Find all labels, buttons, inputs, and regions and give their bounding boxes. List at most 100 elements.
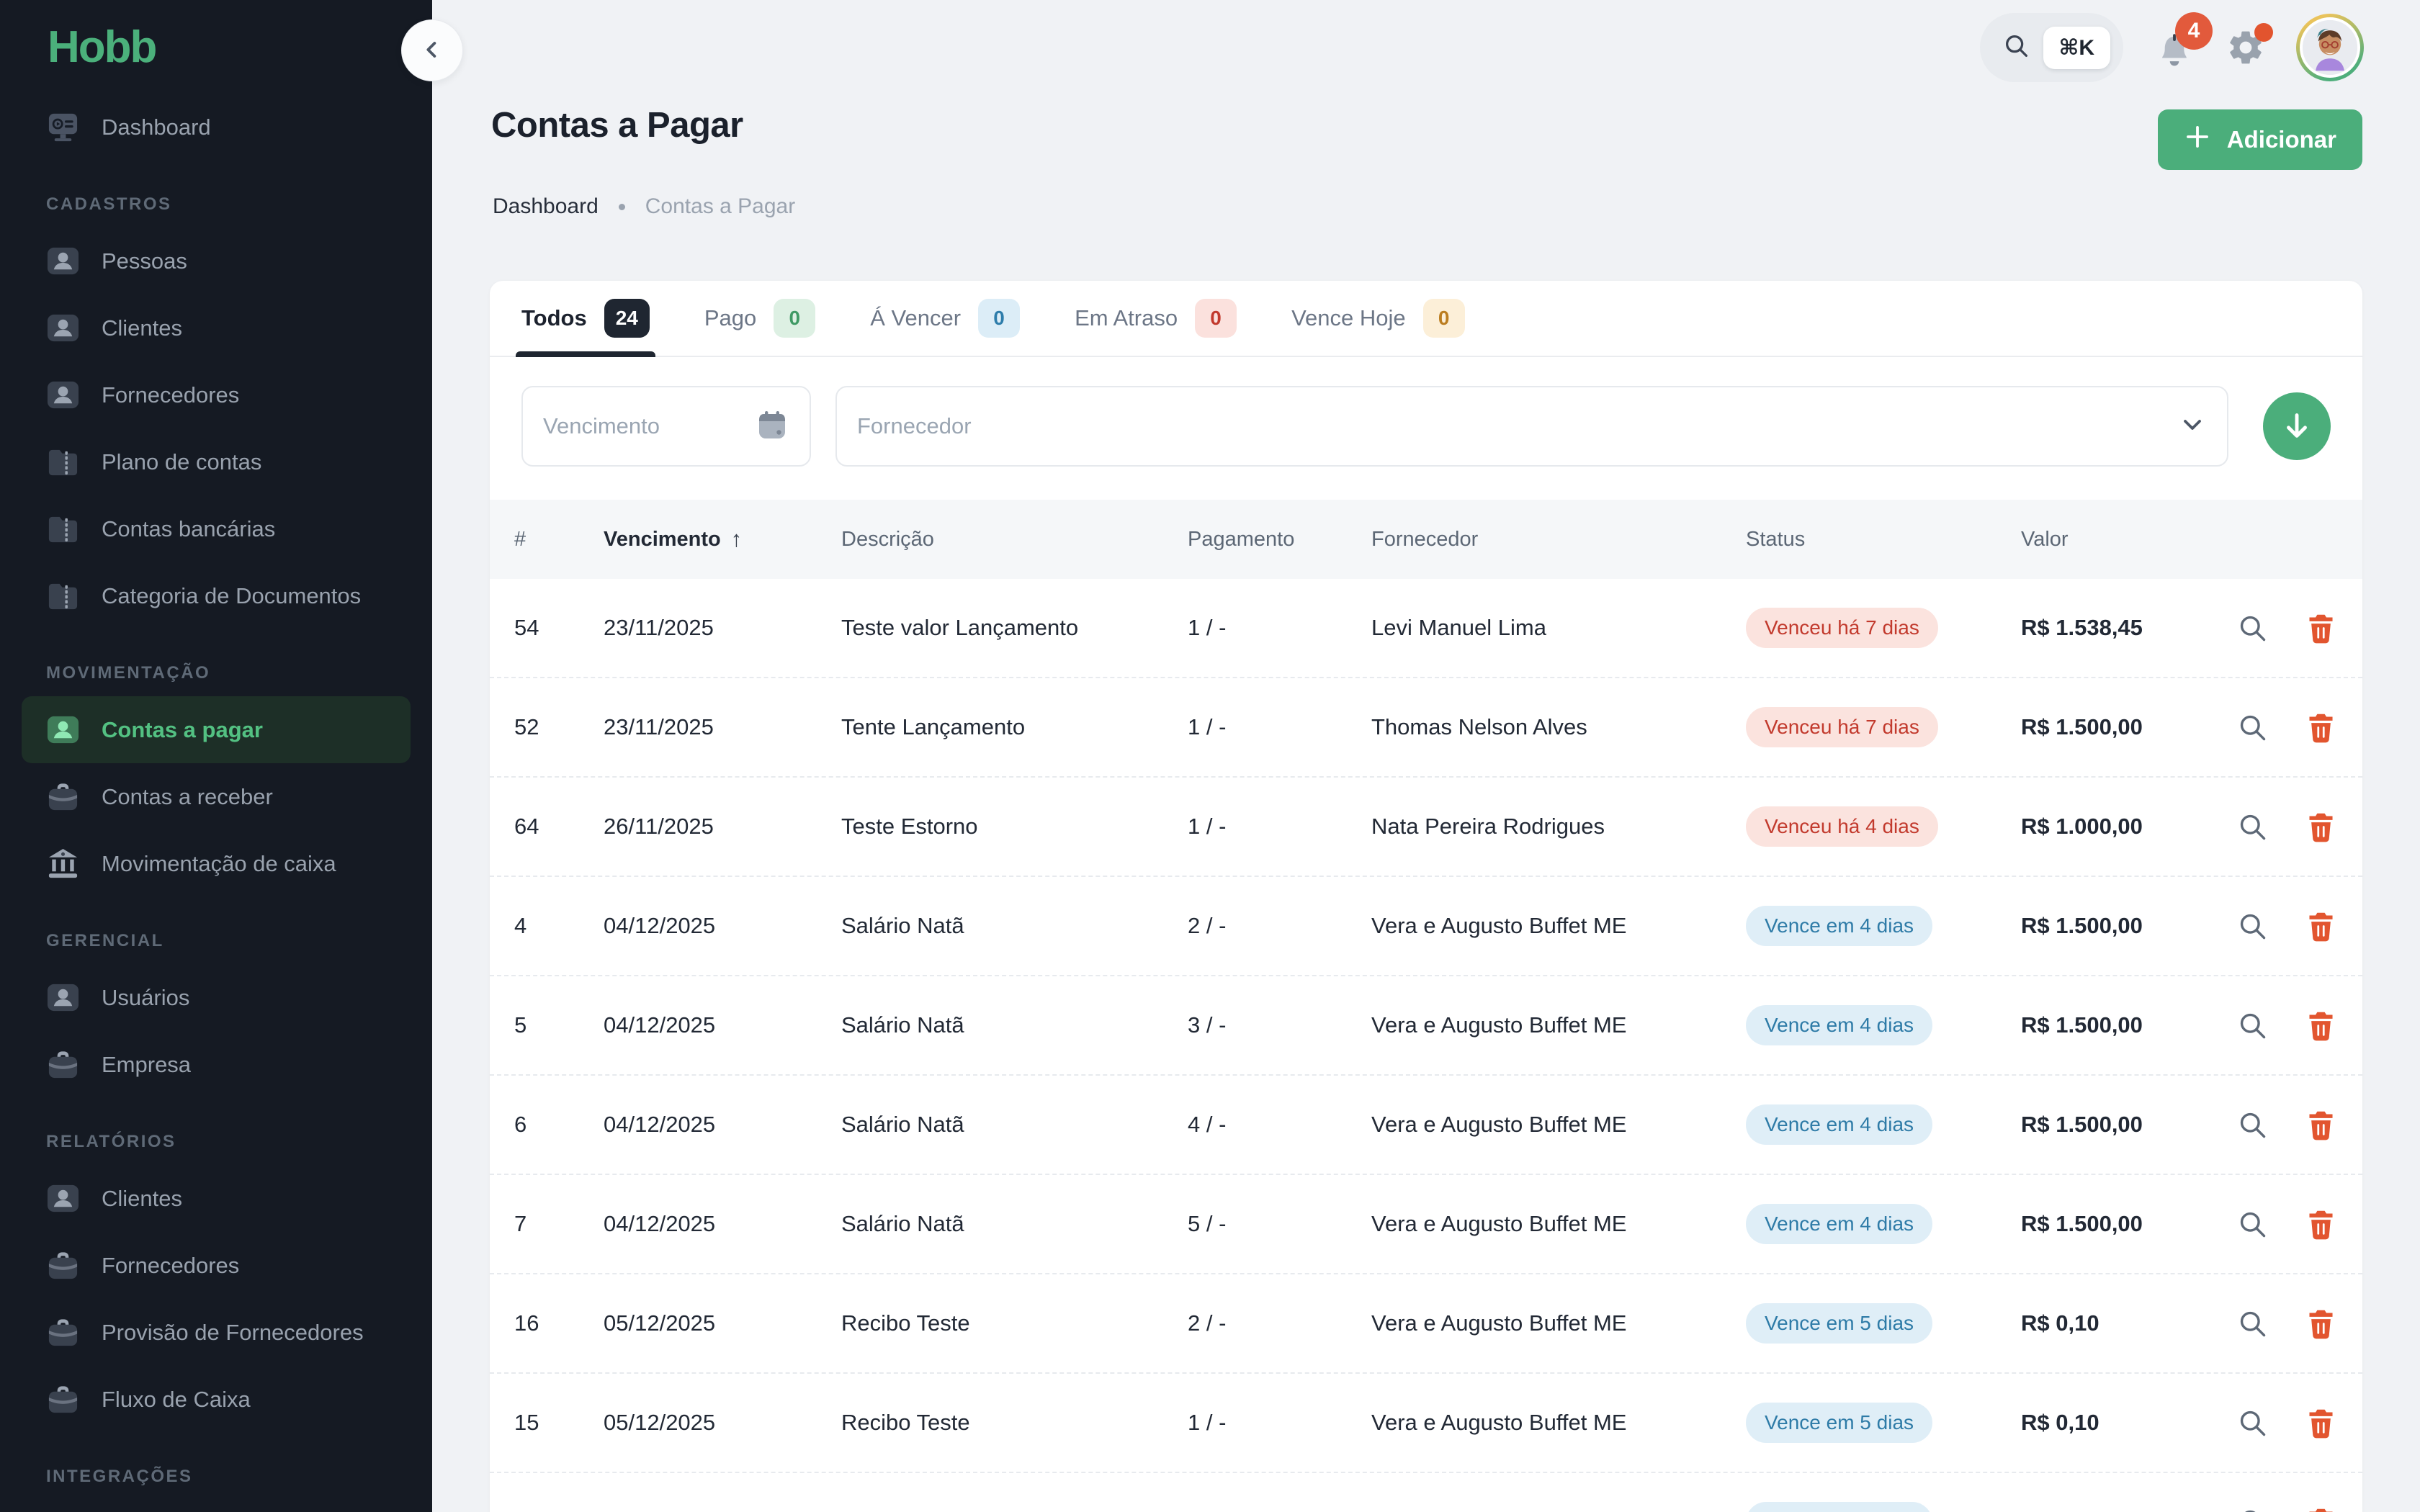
delete-row-button[interactable] bbox=[2304, 611, 2338, 645]
briefcase-icon bbox=[46, 1315, 80, 1349]
cell-supplier: Levi Manuel Lima bbox=[1371, 615, 1746, 641]
delete-row-button[interactable] bbox=[2304, 1406, 2338, 1440]
view-row-button[interactable] bbox=[2236, 1307, 2269, 1341]
column-header-pagamento: Pagamento bbox=[1188, 528, 1371, 552]
cell-actions bbox=[2210, 909, 2338, 943]
tab-em-atraso[interactable]: Em Atraso 0 bbox=[1075, 281, 1237, 356]
table-header: # Vencimento ↑ Descrição Pagamento Forne… bbox=[490, 500, 2362, 579]
search-icon bbox=[2236, 611, 2269, 645]
sidebar-item-usuarios[interactable]: Usuários bbox=[0, 964, 432, 1031]
sidebar-item-contas-bancarias[interactable]: Contas bancárias bbox=[0, 495, 432, 562]
sidebar-item-movimentacao-de-caixa[interactable]: Movimentação de caixa bbox=[0, 830, 432, 897]
trash-icon bbox=[2304, 611, 2338, 645]
sidebar-section-gerencial[interactable]: GERENCIAL bbox=[0, 897, 432, 964]
avatar-image bbox=[2300, 17, 2360, 78]
delete-row-button[interactable] bbox=[2304, 810, 2338, 844]
sidebar-collapse-button[interactable] bbox=[401, 19, 463, 81]
column-header-vencimento[interactable]: Vencimento ↑ bbox=[604, 526, 841, 552]
app-logo: Hobb bbox=[0, 0, 432, 94]
trash-icon bbox=[2304, 810, 2338, 844]
trash-icon bbox=[2304, 1307, 2338, 1341]
sidebar-item-plano-de-contas[interactable]: Plano de contas bbox=[0, 428, 432, 495]
sidebar-section-cadastros[interactable]: CADASTROS bbox=[0, 161, 432, 228]
tab-pago[interactable]: Pago 0 bbox=[704, 281, 815, 356]
page-title: Contas a Pagar bbox=[491, 105, 743, 145]
sidebar-item-dashboard[interactable]: Dashboard bbox=[0, 94, 432, 161]
delete-row-button[interactable] bbox=[2304, 1307, 2338, 1341]
sidebar-item-contas-a-receber[interactable]: Contas a receber bbox=[0, 763, 432, 830]
breadcrumb-separator bbox=[619, 204, 625, 210]
notifications-button[interactable]: 4 bbox=[2154, 27, 2195, 68]
status-badge: Vence em 4 dias bbox=[1746, 906, 1932, 946]
view-row-button[interactable] bbox=[2236, 909, 2269, 943]
table-row: 64 26/11/2025 Teste Estorno 1 / - Nata P… bbox=[490, 778, 2362, 877]
sidebar-section-movimentacao[interactable]: MOVIMENTAÇÃO bbox=[0, 629, 432, 696]
cell-payment: 1 / - bbox=[1188, 714, 1371, 740]
cell-description: Tente Lançamento bbox=[841, 714, 1188, 740]
cell-description: Teste valor Lançamento bbox=[841, 615, 1188, 641]
add-button-label: Adicionar bbox=[2227, 126, 2336, 153]
sidebar-section-integracoes[interactable]: INTEGRAÇÕES bbox=[0, 1433, 432, 1500]
breadcrumb-home[interactable]: Dashboard bbox=[493, 194, 599, 219]
cell-description: Salário Natã bbox=[841, 1012, 1188, 1038]
sidebar-item-pessoas[interactable]: Pessoas bbox=[0, 228, 432, 294]
view-row-button[interactable] bbox=[2236, 1506, 2269, 1512]
sidebar-item-clientes[interactable]: Clientes bbox=[0, 294, 432, 361]
table-row: 4 04/12/2025 Salário Natã 2 / - Vera e A… bbox=[490, 877, 2362, 976]
delete-row-button[interactable] bbox=[2304, 1108, 2338, 1142]
add-button[interactable]: Adicionar bbox=[2158, 109, 2362, 170]
sidebar-item-fornecedores-relatorio[interactable]: Fornecedores bbox=[0, 1232, 432, 1299]
view-row-button[interactable] bbox=[2236, 810, 2269, 844]
sidebar-item-fluxo-de-caixa[interactable]: Fluxo de Caixa bbox=[0, 1366, 432, 1433]
global-search[interactable]: ⌘K bbox=[1980, 13, 2124, 82]
tab-a-vencer[interactable]: Á Vencer 0 bbox=[870, 281, 1020, 356]
briefcase-icon bbox=[46, 1248, 80, 1282]
user-avatar[interactable] bbox=[2296, 14, 2364, 81]
sidebar-item-categoria-de-documentos[interactable]: Categoria de Documentos bbox=[0, 562, 432, 629]
delete-row-button[interactable] bbox=[2304, 1009, 2338, 1043]
trash-icon bbox=[2304, 1506, 2338, 1512]
search-icon bbox=[2236, 1307, 2269, 1341]
delete-row-button[interactable] bbox=[2304, 909, 2338, 943]
view-row-button[interactable] bbox=[2236, 1009, 2269, 1043]
view-row-button[interactable] bbox=[2236, 611, 2269, 645]
sidebar-item-label: Contas bancárias bbox=[102, 516, 275, 542]
tab-todos[interactable]: Todos 24 bbox=[521, 281, 650, 356]
due-date-filter-input[interactable] bbox=[543, 413, 740, 439]
supplier-filter[interactable] bbox=[835, 386, 2228, 467]
view-row-button[interactable] bbox=[2236, 1108, 2269, 1142]
sidebar-section-relatorios[interactable]: RELATÓRIOS bbox=[0, 1098, 432, 1165]
view-row-button[interactable] bbox=[2236, 1406, 2269, 1440]
sidebar-item-contas-a-pagar[interactable]: Contas a pagar bbox=[22, 696, 411, 763]
cell-num: 16 bbox=[514, 1310, 604, 1336]
supplier-filter-input[interactable] bbox=[857, 413, 2178, 439]
cell-num: 64 bbox=[514, 814, 604, 840]
sidebar-item-empresa[interactable]: Empresa bbox=[0, 1031, 432, 1098]
sidebar-item-fornecedores[interactable]: Fornecedores bbox=[0, 361, 432, 428]
cell-value: R$ 1.500,00 bbox=[2021, 1211, 2210, 1237]
table-row: Vence em 5 dias R$ 0,10 bbox=[490, 1473, 2362, 1512]
person-icon bbox=[46, 244, 80, 278]
delete-row-button[interactable] bbox=[2304, 1207, 2338, 1241]
filters-row bbox=[490, 357, 2362, 467]
view-row-button[interactable] bbox=[2236, 711, 2269, 744]
status-badge: Vence em 4 dias bbox=[1746, 1104, 1932, 1145]
cell-description: Salário Natã bbox=[841, 913, 1188, 939]
sidebar-item-clientes-relatorio[interactable]: Clientes bbox=[0, 1165, 432, 1232]
delete-row-button[interactable] bbox=[2304, 711, 2338, 744]
search-icon bbox=[2236, 1108, 2269, 1142]
calendar-icon bbox=[755, 408, 789, 446]
export-button[interactable] bbox=[2263, 392, 2331, 460]
search-icon bbox=[2236, 1406, 2269, 1440]
settings-button[interactable] bbox=[2226, 27, 2266, 68]
column-header-num: # bbox=[514, 528, 604, 552]
due-date-filter[interactable] bbox=[521, 386, 811, 467]
cell-actions bbox=[2210, 1108, 2338, 1142]
view-row-button[interactable] bbox=[2236, 1207, 2269, 1241]
sidebar-item-provisao-de-fornecedores[interactable]: Provisão de Fornecedores bbox=[0, 1299, 432, 1366]
chevron-left-icon bbox=[419, 37, 445, 65]
delete-row-button[interactable] bbox=[2304, 1506, 2338, 1512]
tab-vence-hoje[interactable]: Vence Hoje 0 bbox=[1291, 281, 1465, 356]
cell-payment: 5 / - bbox=[1188, 1211, 1371, 1237]
cell-payment: 3 / - bbox=[1188, 1012, 1371, 1038]
